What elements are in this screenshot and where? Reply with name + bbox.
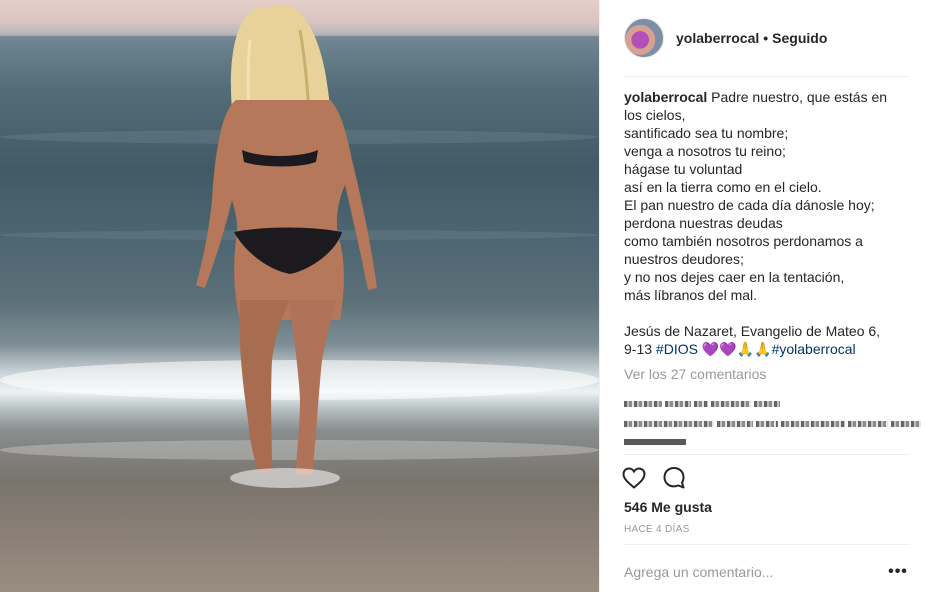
pixelated-comment [624,418,924,430]
action-bar [620,464,700,492]
more-options-icon: ••• [888,563,908,580]
caption-line: El pan nuestro de cada día dánosle hoy; [624,197,875,213]
woman-figure [196,5,377,488]
caption-line: más líbranos del mal. [624,287,758,303]
author-username[interactable]: yolaberrocal [676,30,759,46]
add-comment-bar: ••• [624,556,910,588]
caption-line: santificado sea tu nombre; [624,125,789,141]
post-photo[interactable] [0,0,599,592]
purple-heart-emoji: 💜💜 [701,341,737,357]
more-options-button[interactable]: ••• [886,560,910,584]
like-button[interactable] [620,464,648,492]
post-date[interactable]: HACE 4 DÍAS [624,524,690,535]
caption-username[interactable]: yolaberrocal [624,89,707,105]
follow-status-button[interactable]: Seguido [772,30,827,46]
comments-divider [624,454,910,455]
post-details-panel: yolaberrocal • Seguido yolaberrocal Padre … [599,0,933,592]
caption-line: nuestros deudores; [624,251,744,267]
caption-line: perdona nuestras deudas [624,215,783,231]
pixelated-comment [624,398,783,410]
heart-icon [622,467,646,489]
add-comment-input[interactable] [624,564,886,580]
caption-line: como también nosotros perdonamos a [624,233,863,249]
caption-line: así en la tierra como en el cielo. [624,179,822,195]
hashtag-dios-link[interactable]: #DIOS [656,341,698,357]
pixelated-comment [624,436,689,448]
header-separator: • [763,30,769,46]
header-divider [624,76,910,77]
comment-input-divider [624,544,910,545]
caption-line: y no nos dejes caer en la tentación, [624,269,845,285]
avatar[interactable] [624,18,664,58]
post-header: yolaberrocal • Seguido [624,16,910,60]
caption-line: Padre nuestro, que estás en [711,89,888,105]
caption-line: venga a nosotros tu reino; [624,143,786,159]
comment-bubble-icon [663,467,685,489]
caption-source-verse: 9-13 [624,341,656,357]
praying-hands-emoji: 🙏🙏 [736,341,772,357]
comment-button[interactable] [660,464,688,492]
likes-count[interactable]: 546 Me gusta [624,499,712,515]
hashtag-yolaberrocal-link[interactable]: #yolaberrocal [772,341,856,357]
view-all-comments-link[interactable]: Ver los 27 comentarios [624,366,766,382]
caption-line: hágase tu voluntad [624,161,743,177]
caption-line: los cielos, [624,107,686,123]
caption-source-line: Jesús de Nazaret, Evangelio de Mateo 6, [624,323,881,339]
header-text: yolaberrocal • Seguido [676,30,827,46]
post-caption: yolaberrocal Padre nuestro, que estás en… [624,88,910,358]
